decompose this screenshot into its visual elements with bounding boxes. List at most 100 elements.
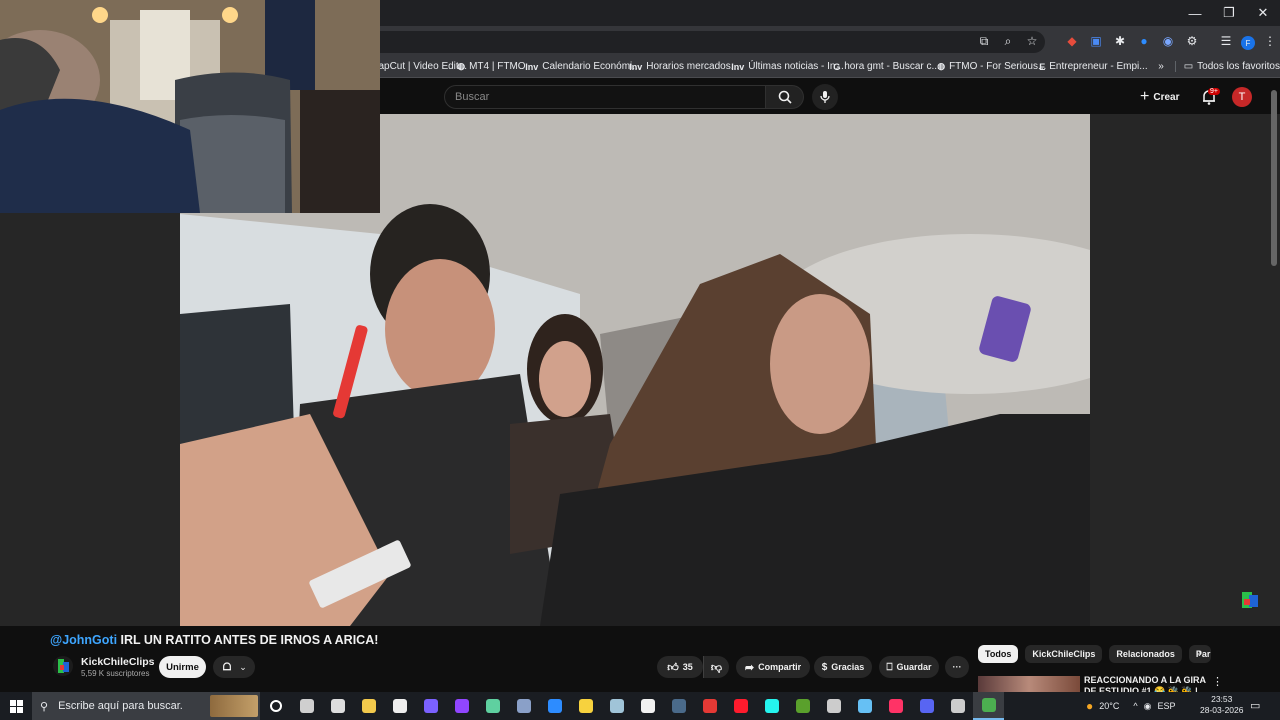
translate-icon[interactable]: ▣ [1087,30,1105,52]
dislike-button[interactable]: 👎︎ [703,656,729,678]
recommendation-menu-icon[interactable]: ⋮ [1212,675,1223,688]
chip-todos[interactable]: Todos [978,645,1019,663]
join-button[interactable]: Unirme [159,656,206,678]
puzzle-icon[interactable]: ⚙ [1183,30,1201,52]
sheets-icon[interactable] [508,692,539,720]
capcut-icon[interactable] [632,692,663,720]
tiktok-icon[interactable] [756,692,787,720]
cortana-icon-glyph [269,700,282,712]
channel-name[interactable]: KickChileClips [81,656,155,668]
record-icon[interactable] [694,692,725,720]
account-avatar[interactable]: T [1232,87,1252,107]
bookmark-label: Calendario Económi... [542,61,641,72]
extension-ring-icon[interactable]: ◉ [1159,30,1177,52]
bookmark-item[interactable]: Inv Últimas noticias - In... [731,61,844,72]
more-bookmarks-button[interactable]: » [1147,61,1175,72]
cortana-icon[interactable] [260,692,291,720]
language-indicator[interactable]: ESP [1157,701,1175,711]
search-button[interactable] [766,85,804,109]
save-button[interactable]: ⎕ Guardar [879,656,939,678]
channel-avatar[interactable] [53,656,73,676]
zoom-icon[interactable] [539,692,570,720]
create-button[interactable]: + Crear [1140,86,1179,108]
zoom-icon[interactable]: ⌕ [999,30,1017,52]
extension-dark-icon[interactable]: ✱ [1111,30,1129,52]
notification-center-icon[interactable]: ▭ [1250,699,1260,712]
copilot-icon[interactable] [415,692,446,720]
like-button[interactable]: 👍︎ 35 [657,656,703,678]
channel-watermark-icon[interactable] [1240,589,1260,611]
bookmark-item[interactable]: CapCut | Video Edit... [371,61,467,72]
minecraft-icon[interactable] [787,692,818,720]
task-view-icon-glyph [299,699,314,713]
taskbar-apps [260,692,1004,720]
bookmark-item[interactable]: Inv Calendario Económi... [525,61,640,72]
notepad-icon-glyph [609,699,624,713]
start-button[interactable] [0,699,32,713]
adobe-icon-glyph [888,699,903,713]
close-button[interactable]: ✕ [1246,0,1280,26]
twitch-icon[interactable] [446,692,477,720]
bookmark-icon: ⎕ [886,661,893,673]
star-icon[interactable]: ☆ [1023,30,1041,52]
title-mention[interactable]: @JohnGoti [50,633,117,647]
chip-kickchileclips[interactable]: KickChileClips [1025,645,1103,663]
settings-icon[interactable] [818,692,849,720]
share-button[interactable]: ➦ Compartir [736,656,810,678]
address-bar[interactable] [330,31,1045,53]
extension-red-icon[interactable]: ◆ [1063,30,1081,52]
thanks-button[interactable]: $ Gracias [814,656,872,678]
ftmo-icon: ◍ [457,61,466,71]
install-app-icon[interactable]: ⧉ [975,30,993,52]
file-explorer-icon[interactable] [353,692,384,720]
network-icon[interactable]: ◉ [1144,701,1152,712]
steam-icon[interactable] [849,692,880,720]
adobe-icon[interactable] [880,692,911,720]
restore-button[interactable]: ❐ [1212,0,1246,26]
menu-icon[interactable]: ⋮ [1261,30,1279,52]
bookmark-item[interactable]: ◍ FTMO - For Serious... [937,61,1046,72]
steam-vr-icon[interactable] [663,692,694,720]
chip-relacionados[interactable]: Relacionados [1109,645,1182,663]
voice-search-button[interactable] [812,84,838,110]
chevron-up-icon[interactable]: ^ [1133,701,1137,711]
weather-temp[interactable]: 20°C [1099,701,1119,711]
notification-badge: 9+ [1208,88,1220,95]
app-arrow-icon[interactable] [322,692,353,720]
extension-blue-icon[interactable]: ● [1135,30,1153,52]
clock[interactable]: 23:53 28-03-2026 [1200,694,1243,716]
webcam-overlay [0,0,380,213]
more-actions-button[interactable]: ··· [945,656,969,678]
page-scrollbar[interactable] [1271,90,1277,266]
settings-icon-glyph [826,699,841,713]
zoom-icon-glyph [547,699,562,713]
investing-icon: Inv [731,61,745,72]
search-input[interactable]: Buscar [444,85,766,109]
subscription-bell-button[interactable]: ⌄ [213,656,255,678]
bookmark-label: MT4 | FTMO [469,61,526,72]
bookmark-item[interactable]: E Entrepreneur - Empi... [1039,61,1147,72]
taskbar-search[interactable]: ⚲ Escribe aquí para buscar. [32,692,260,720]
discord-icon[interactable] [911,692,942,720]
obs-icon[interactable] [942,692,973,720]
tab-search-icon[interactable]: ☰ [1217,30,1235,52]
opera-icon[interactable] [725,692,756,720]
chevron-right-icon[interactable]: › [1198,646,1202,660]
bookmark-item[interactable]: ◍ MT4 | FTMO [457,61,525,72]
tradingview-icon[interactable] [477,692,508,720]
bookmark-item[interactable]: Inv Horarios mercados... [629,61,739,72]
all-favorites-folder[interactable]: ▭ Todos los favoritos [1174,61,1280,72]
task-view-icon[interactable] [291,692,322,720]
minimize-button[interactable]: — [1178,0,1212,26]
profile-icon[interactable]: F [1241,36,1255,50]
chrome-icon[interactable] [973,692,1004,720]
bookmark-label: CapCut | Video Edit... [371,61,468,72]
clock-date: 28-03-2026 [1200,705,1244,715]
steam-icon-glyph [857,699,872,713]
bookmark-item[interactable]: Ghora gmt - Buscar c... [833,61,940,72]
notepad-icon[interactable] [601,692,632,720]
document-icon[interactable] [384,692,415,720]
clock-time: 23:53 [1211,694,1233,704]
thanks-icon: $ [821,661,828,673]
sticky-notes-icon[interactable] [570,692,601,720]
